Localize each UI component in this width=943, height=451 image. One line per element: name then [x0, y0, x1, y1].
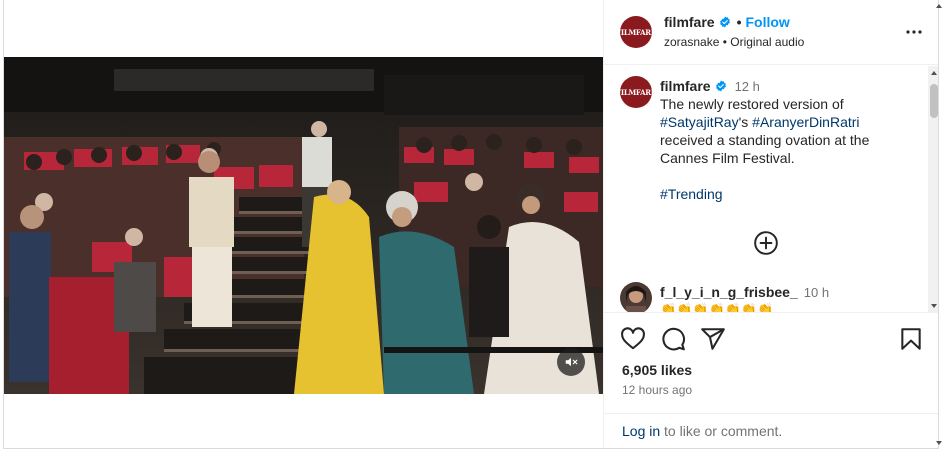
comment-text: 👏👏👏👏👏👏👏 [660, 302, 774, 313]
audio-separator: • [719, 35, 731, 49]
post-dialog: FILMFARE filmfare • Follow zorasnake • O… [3, 0, 939, 449]
heart-icon [621, 327, 645, 350]
header-separator: • [736, 14, 742, 30]
likes-count[interactable]: 6,905 likes [622, 362, 692, 378]
video-frame-image [4, 57, 603, 394]
caption-time[interactable]: 12 h [735, 79, 760, 94]
author-username[interactable]: filmfare [664, 14, 715, 30]
verified-badge-icon [715, 80, 726, 92]
comment-button[interactable] [660, 326, 686, 352]
audio-creator[interactable]: zorasnake [664, 35, 719, 49]
like-button[interactable] [620, 326, 646, 352]
comments-section: FILMFARE filmfare 12 h The newly restore… [604, 66, 938, 313]
hashtag-link[interactable]: #Trending [660, 185, 925, 203]
save-button[interactable] [898, 326, 924, 352]
author-avatar[interactable]: FILMFARE [620, 16, 652, 48]
caption-text: The newly restored version of #SatyajitR… [660, 96, 870, 166]
post-timestamp[interactable]: 12 hours ago [622, 383, 692, 397]
plus-circle-icon [754, 231, 778, 255]
post-caption: FILMFARE filmfare 12 h The newly restore… [604, 66, 938, 203]
load-more-comments-button[interactable] [753, 230, 779, 256]
login-link[interactable]: Log in [622, 423, 660, 439]
hashtag-link[interactable]: #AranyerDinRatri [752, 114, 859, 130]
share-button[interactable] [700, 326, 726, 352]
muted-speaker-icon [565, 357, 578, 367]
commenter-avatar[interactable] [620, 282, 652, 312]
caption-username[interactable]: filmfare [660, 78, 711, 94]
caption-avatar[interactable]: FILMFARE [620, 76, 652, 108]
action-bar [620, 326, 924, 356]
bookmark-icon [901, 328, 921, 350]
comment-icon [662, 327, 685, 351]
more-options-icon [906, 30, 922, 34]
mute-button[interactable] [557, 348, 585, 376]
comment-time[interactable]: 10 h [804, 285, 829, 300]
commenter-username[interactable]: f_l_y_i_n_g_frisbee_ [660, 284, 798, 300]
media-area [4, 0, 603, 448]
audio-label[interactable]: Original audio [730, 35, 804, 49]
more-options-button[interactable] [902, 22, 926, 42]
hashtag-link[interactable]: #SatyajitRay [660, 114, 739, 130]
login-prompt: Log in to like or comment. [604, 413, 938, 448]
page-scrollbar[interactable] [935, 0, 943, 451]
verified-badge-icon [719, 16, 730, 28]
audio-info: zorasnake • Original audio [664, 35, 804, 49]
post-side-panel: FILMFARE filmfare • Follow zorasnake • O… [603, 0, 938, 448]
login-suffix: to like or comment. [660, 423, 783, 439]
share-icon [701, 328, 725, 350]
video-player[interactable] [4, 57, 603, 394]
follow-button[interactable]: Follow [745, 14, 789, 30]
post-header: FILMFARE filmfare • Follow zorasnake • O… [604, 0, 938, 65]
